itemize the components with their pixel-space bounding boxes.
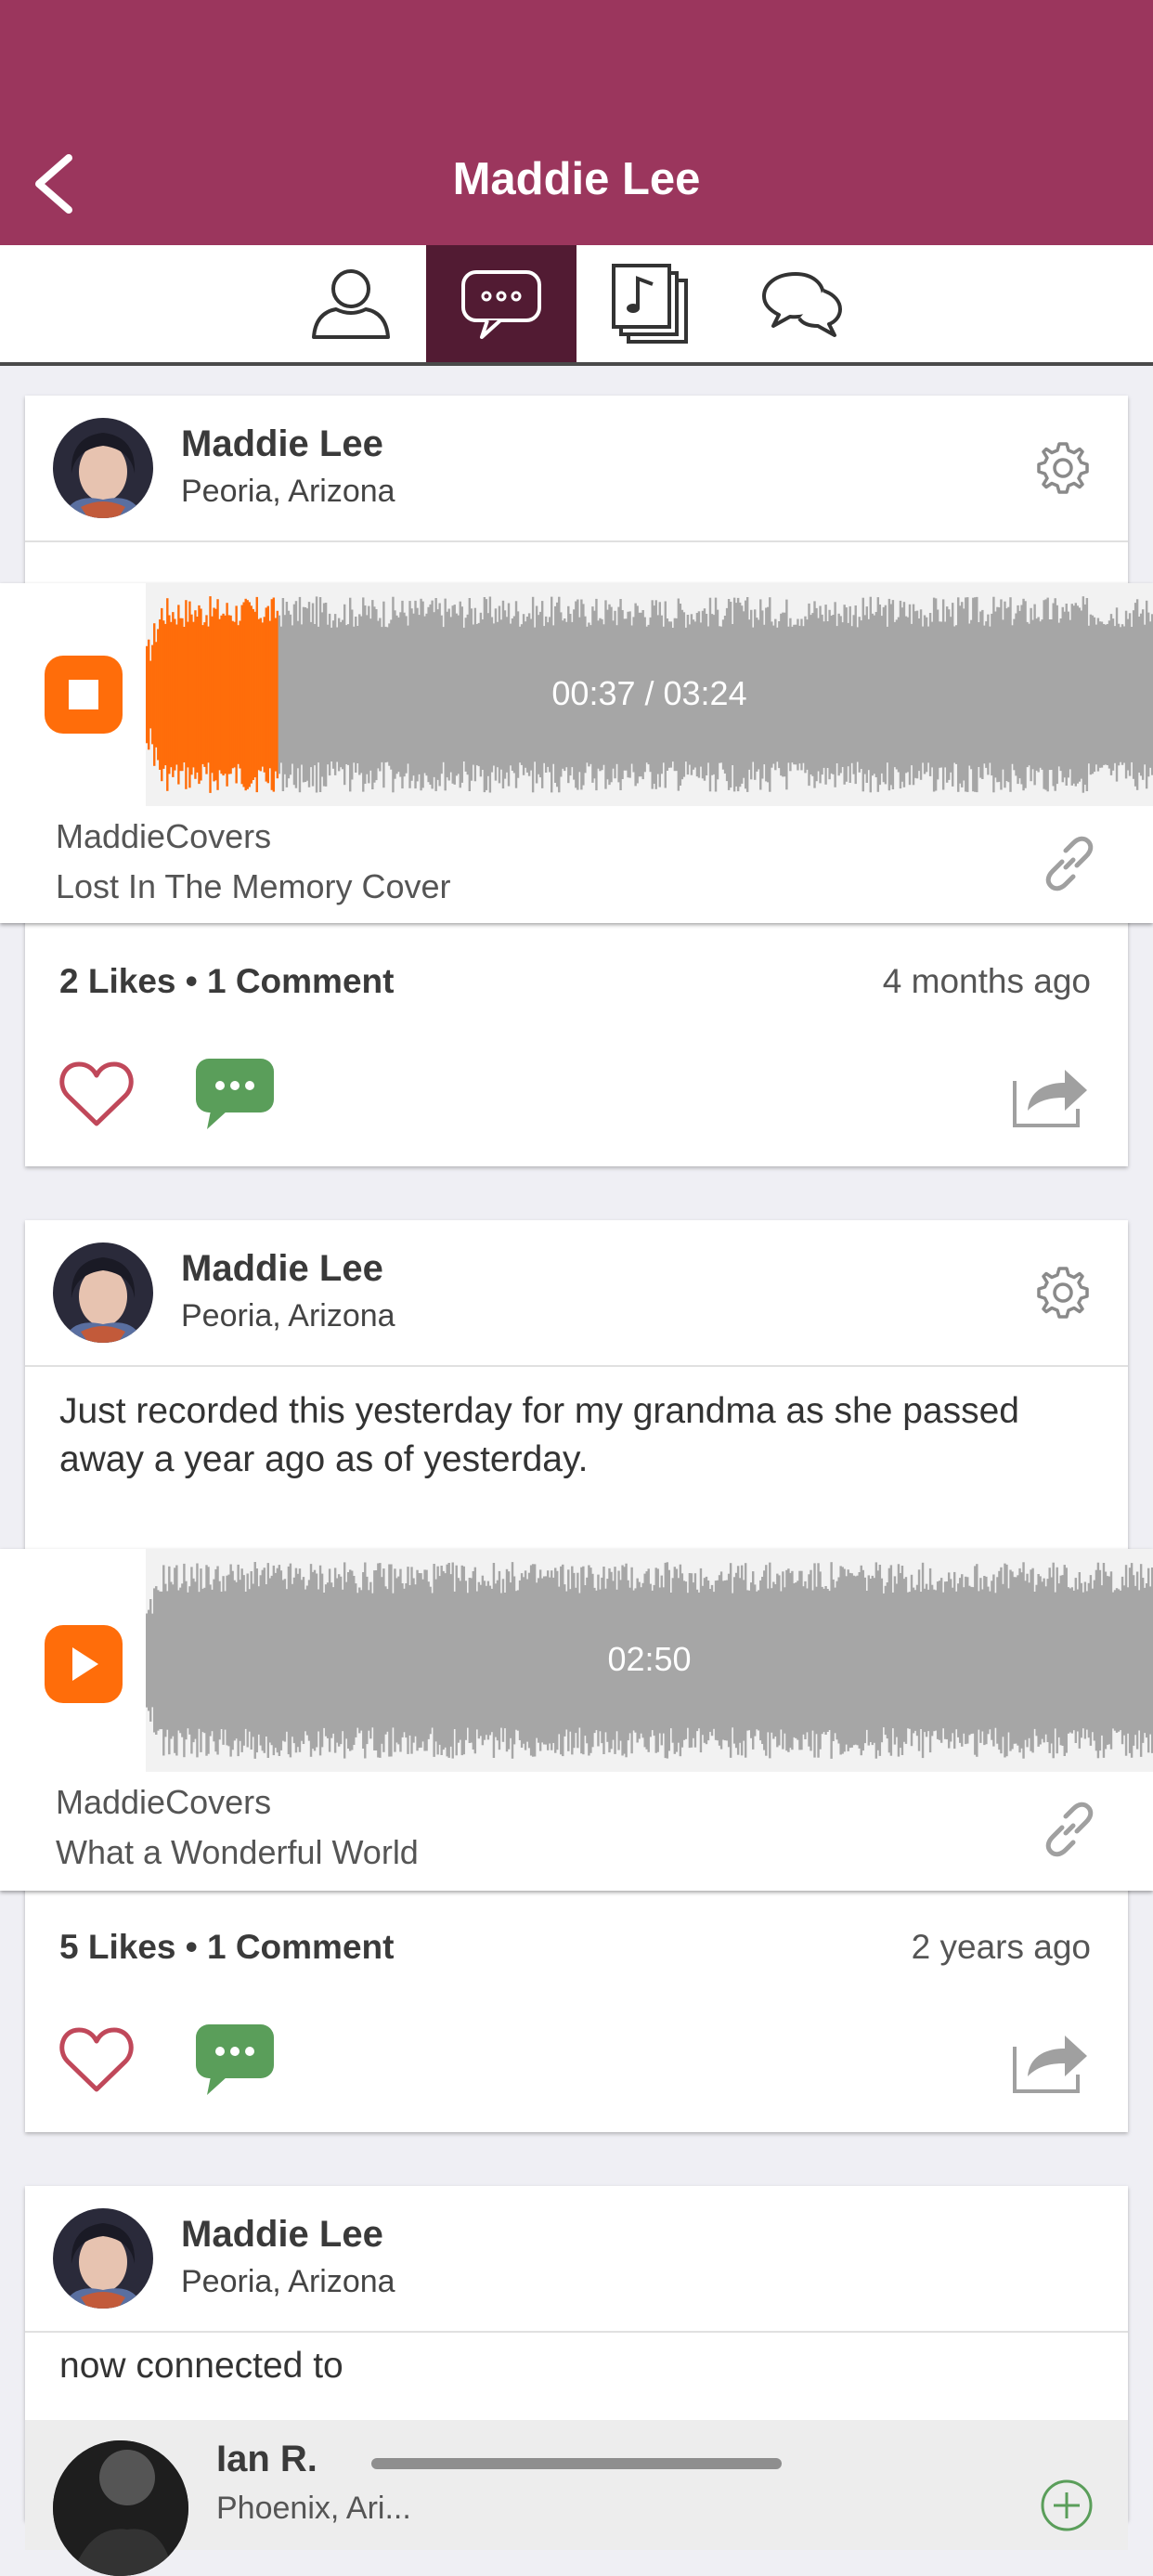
post-header: Maddie Lee Peoria, Arizona xyxy=(25,1220,1128,1367)
music-library-icon xyxy=(612,264,688,344)
audio-player: 02:50 MaddieCovers What a Wonderful Worl… xyxy=(0,1549,1153,1891)
audio-title[interactable]: What a Wonderful World xyxy=(56,1833,419,1872)
add-connection-icon[interactable] xyxy=(1039,2478,1095,2533)
avatar[interactable] xyxy=(53,2208,153,2309)
like-heart-icon[interactable] xyxy=(58,2024,135,2093)
tab-music[interactable] xyxy=(576,245,727,362)
post-time: 2 years ago xyxy=(911,1928,1091,1966)
profile-tab-bar xyxy=(0,245,1153,366)
scroll-indicator xyxy=(371,2458,782,2469)
audio-waveform[interactable]: 02:50 xyxy=(146,1549,1153,1772)
audio-time: 00:37 / 03:24 xyxy=(551,674,747,712)
stop-icon xyxy=(69,680,98,709)
like-heart-icon[interactable] xyxy=(58,1059,135,1127)
tab-chat[interactable] xyxy=(727,245,877,362)
audio-artist[interactable]: MaddieCovers xyxy=(56,1783,271,1822)
share-icon[interactable] xyxy=(1011,2028,1091,2095)
share-icon[interactable] xyxy=(1011,1062,1091,1129)
profile-icon xyxy=(312,269,390,339)
link-icon[interactable] xyxy=(1040,1800,1099,1859)
chat-bubbles-icon xyxy=(762,272,842,337)
post-text: Just recorded this yesterday for my gran… xyxy=(59,1391,1019,1479)
link-icon[interactable] xyxy=(1040,834,1099,893)
post-author[interactable]: Maddie Lee xyxy=(181,1248,383,1290)
post-time: 4 months ago xyxy=(882,962,1091,1000)
post-card: Maddie Lee Peoria, Arizona now connected… xyxy=(25,2186,1128,2576)
post-author[interactable]: Maddie Lee xyxy=(181,423,383,465)
gear-icon[interactable] xyxy=(1033,1263,1093,1322)
page-title: Maddie Lee xyxy=(452,154,701,204)
gear-icon[interactable] xyxy=(1033,438,1093,498)
connection-name: Ian R. xyxy=(216,2439,317,2479)
stop-button[interactable] xyxy=(45,656,123,734)
audio-waveform[interactable]: 00:37 / 03:24 xyxy=(146,583,1153,806)
audio-time: 02:50 xyxy=(607,1640,692,1678)
tab-profile[interactable] xyxy=(276,245,426,362)
audio-artist[interactable]: MaddieCovers xyxy=(56,817,271,856)
play-button[interactable] xyxy=(45,1625,123,1703)
play-icon xyxy=(72,1647,98,1681)
avatar xyxy=(53,2440,188,2576)
post-stats[interactable]: 2 Likes • 1 Comment xyxy=(59,962,394,1001)
speech-bubble-icon xyxy=(461,270,541,339)
post-author[interactable]: Maddie Lee xyxy=(181,2214,383,2256)
post-stats[interactable]: 5 Likes • 1 Comment xyxy=(59,1928,394,1967)
comment-icon[interactable] xyxy=(194,1057,276,1131)
audio-title[interactable]: Lost In The Memory Cover xyxy=(56,867,451,906)
app-header: Maddie Lee xyxy=(0,0,1153,245)
avatar[interactable] xyxy=(53,1242,153,1343)
tab-posts[interactable] xyxy=(426,245,576,362)
comment-icon[interactable] xyxy=(194,2023,276,2097)
avatar[interactable] xyxy=(53,418,153,518)
post-location: Peoria, Arizona xyxy=(181,2264,395,2299)
post-text: now connected to xyxy=(59,2346,343,2386)
post-location: Peoria, Arizona xyxy=(181,1298,395,1334)
post-header: Maddie Lee Peoria, Arizona xyxy=(25,396,1128,542)
post-location: Peoria, Arizona xyxy=(181,474,395,509)
audio-player: 00:37 / 03:24 MaddieCovers Lost In The M… xyxy=(0,583,1153,923)
connection-row[interactable]: Ian R. Phoenix, Ari... xyxy=(25,2420,1128,2576)
post-header: Maddie Lee Peoria, Arizona xyxy=(25,2186,1128,2333)
